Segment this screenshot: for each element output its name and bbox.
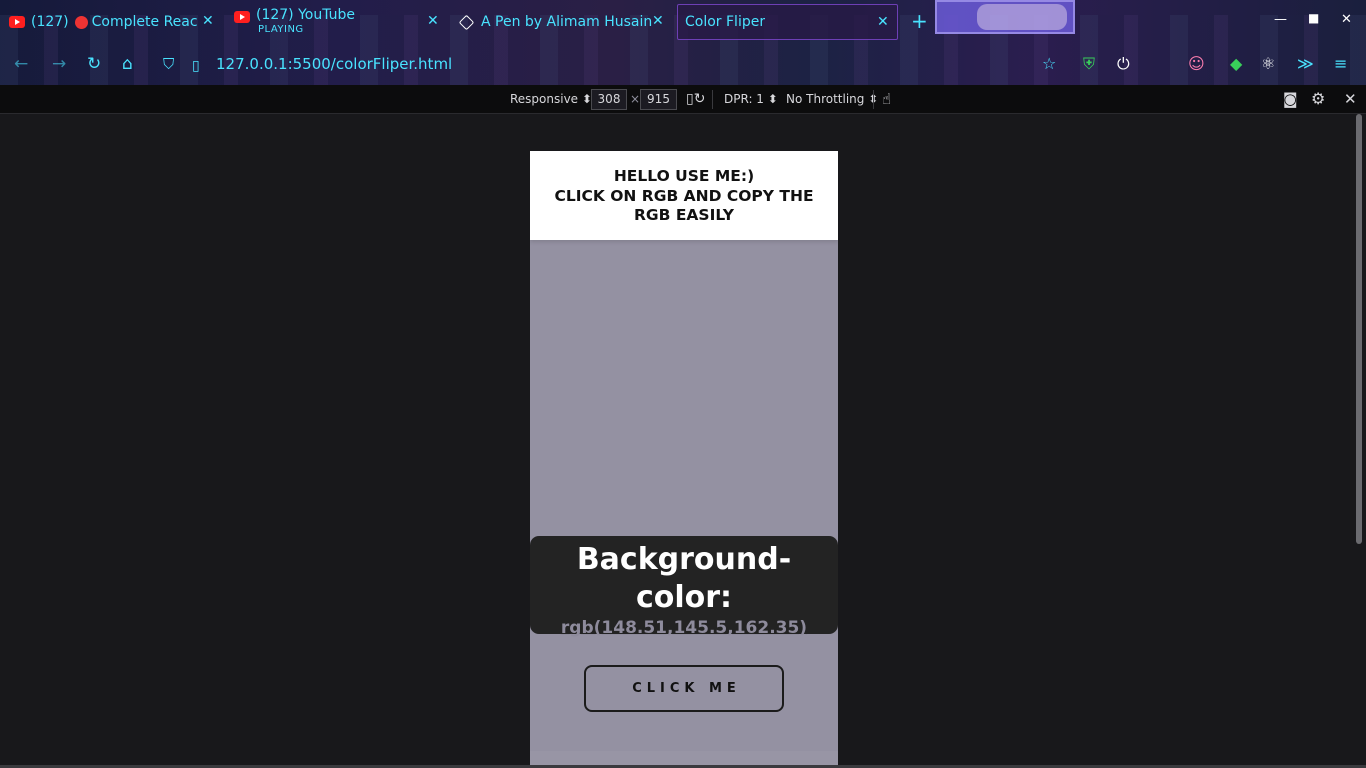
forward-icon[interactable]: → [52,54,66,74]
bookmark-star-icon[interactable]: ☆ [1042,54,1056,73]
click-me-button[interactable]: CLICK ME [584,665,784,712]
close-tab-icon[interactable]: ✕ [427,13,439,29]
viewport-height-input[interactable]: 915 [640,89,677,110]
divider [873,90,874,109]
power-icon[interactable]: ⏻ [1117,54,1130,74]
tab-playing-label: PLAYING [258,24,304,35]
react-devtools-icon[interactable]: ⚛ [1261,54,1275,73]
rgb-value-link[interactable]: rgb(148.51,145.5,162.35) [530,619,838,637]
tab-codepen[interactable]: A Pen by Alimam Husain ✕ [458,4,669,40]
divider [712,90,713,109]
settings-gear-icon[interactable]: ⚙ [1311,89,1325,108]
dimension-separator: × [630,92,641,106]
codepen-icon [458,14,475,30]
touch-simulation-icon[interactable]: ☝ [882,90,891,108]
viewport-area: HELLO USE ME:) CLICK ON RGB AND COPY THE… [0,114,1366,768]
browser-chrome: (127) Complete React ✕ (127) YouTube PLA… [0,0,1366,85]
tab-title: Color Fliper [685,14,766,30]
tab-complete-react[interactable]: (127) Complete React ✕ [9,4,219,40]
close-tab-icon[interactable]: ✕ [877,14,889,30]
tab-title: A Pen by Alimam Husain [481,14,653,30]
new-tab-button[interactable]: + [911,11,928,31]
tab-title: (127) YouTube [256,7,356,23]
home-icon[interactable]: ⌂ [122,54,133,74]
throttling-label: No Throttling [786,92,865,106]
minimize-icon[interactable]: — [1274,12,1287,27]
ublock-shield-icon[interactable]: ⛨ [1083,54,1095,74]
rotate-viewport-icon[interactable]: ▯↻ [686,91,705,107]
back-icon[interactable]: ← [14,54,28,74]
header-line: HELLO USE ME:) [613,167,755,185]
screenshot-icon[interactable]: ◙ [1283,90,1298,108]
dpr-select[interactable]: DPR: 1 ⬍ [724,92,778,106]
youtube-icon [9,16,25,28]
close-window-icon[interactable]: ✕ [1341,12,1352,27]
menu-icon[interactable]: ≡ [1334,54,1347,73]
extension-icon[interactable]: ◆ [1230,54,1242,73]
reload-icon[interactable]: ↻ [87,54,101,74]
youtube-icon [234,11,250,23]
header-line: CLICK ON RGB AND COPY THE [554,186,814,205]
page-icon[interactable]: ▯ [192,56,200,76]
extension-avatar-icon[interactable]: ☺ [1188,54,1205,73]
dpr-label: DPR: 1 [724,92,764,106]
close-tab-icon[interactable]: ✕ [202,13,214,29]
close-responsive-icon[interactable]: ✕ [1344,90,1357,108]
color-info-card: Background- color: rgb(148.51,145.5,162.… [530,536,838,637]
viewport-width-input[interactable]: 308 [591,89,627,110]
theme-decoration [935,0,1075,34]
maximize-icon[interactable]: ■ [1308,11,1319,25]
record-dot-icon [74,15,88,29]
shield-icon[interactable]: ⛉ [163,54,174,74]
card-title: Background- color: [530,536,838,617]
extensions-overflow-icon[interactable]: ≫ [1297,54,1314,73]
device-frame: HELLO USE ME:) CLICK ON RGB AND COPY THE… [530,151,838,768]
card-title-line: color: [635,580,733,615]
header-line: RGB EASILY [633,206,735,224]
responsive-design-toolbar: Responsive ⬍ 308 × 915 ▯↻ DPR: 1 ⬍ No Th… [0,85,1366,114]
device-select[interactable]: Responsive ⬍ [510,92,592,106]
close-tab-icon[interactable]: ✕ [652,13,664,29]
tab-count: (127) [31,14,69,30]
throttling-select[interactable]: No Throttling ⬍ [786,92,878,106]
card-title-line: Background- [576,542,792,577]
tab-youtube[interactable]: (127) YouTube PLAYING ✕ [234,4,439,40]
url-bar[interactable]: 127.0.0.1:5500/colorFliper.html [216,55,452,73]
tab-color-fliper[interactable]: Color Fliper ✕ [677,4,898,40]
tab-title: Complete React [91,14,197,30]
scrollbar[interactable] [1356,114,1362,544]
device-select-label: Responsive [510,92,579,106]
page-header: HELLO USE ME:) CLICK ON RGB AND COPY THE… [530,151,838,240]
